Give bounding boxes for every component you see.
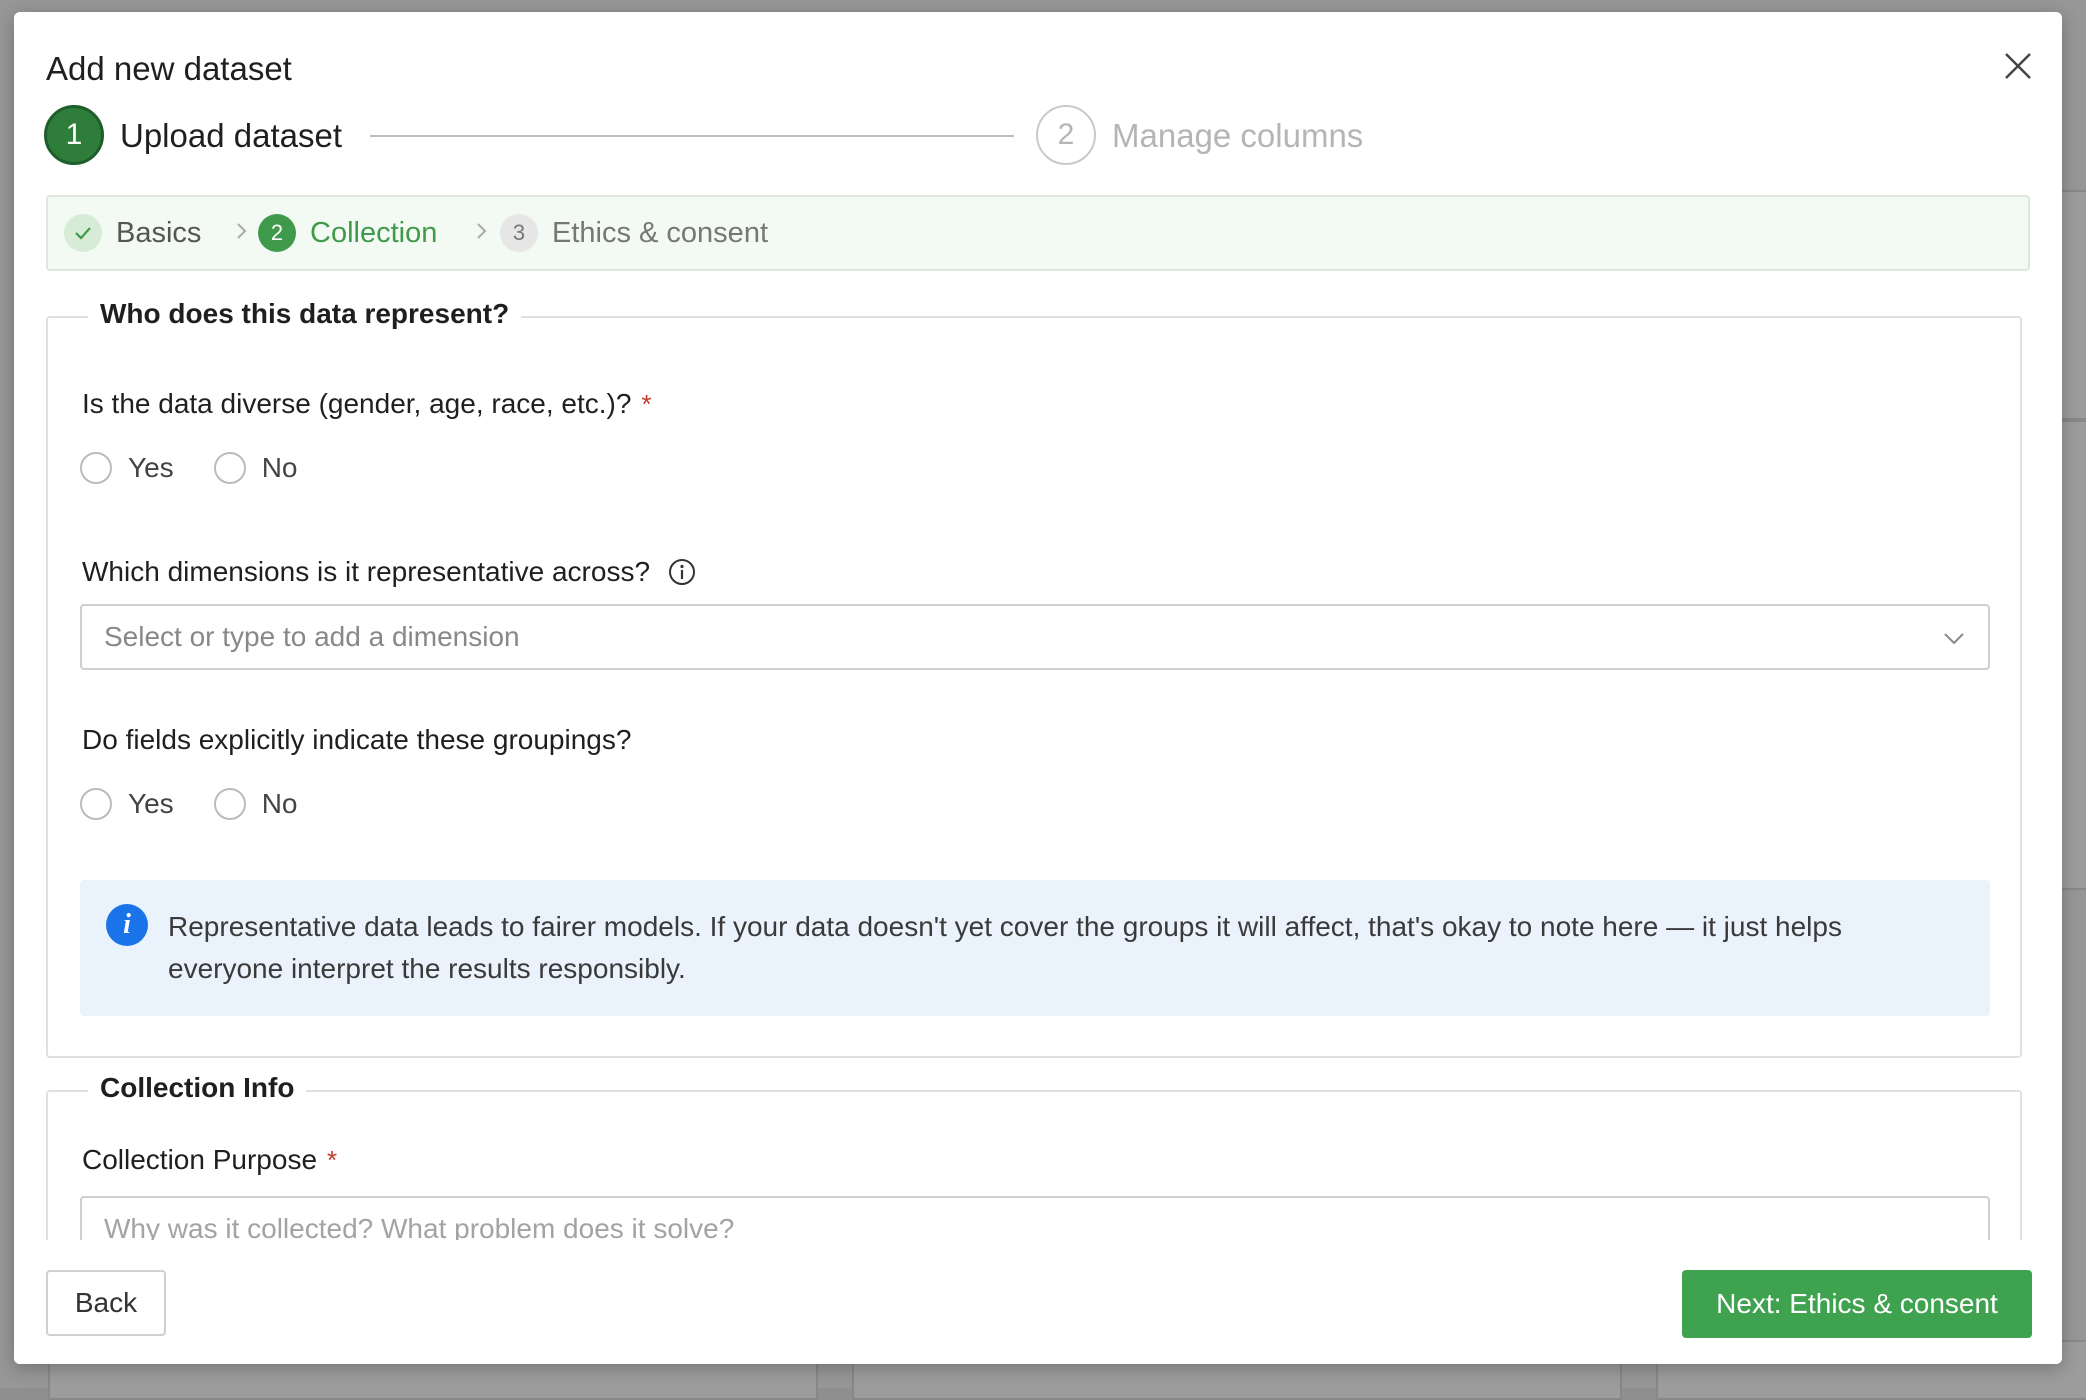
- representation-section: Who does this data represent? Is the dat…: [46, 298, 2022, 1058]
- close-button[interactable]: [1994, 42, 2042, 90]
- groupings-radio-group: Yes No: [80, 788, 337, 820]
- info-callout: i Representative data leads to fairer mo…: [80, 880, 1990, 1016]
- close-icon: [2005, 53, 2031, 79]
- radio-label: Yes: [128, 788, 174, 819]
- next-button[interactable]: Next: Ethics & consent: [1682, 1270, 2032, 1338]
- step-1-label: Upload dataset: [120, 117, 342, 154]
- substep-label: Ethics & consent: [552, 216, 768, 249]
- dimensions-question-label: Which dimensions is it representative ac…: [82, 556, 696, 588]
- sub-stepper: Basics 2 Collection 3 Ethics & consent: [46, 195, 2030, 271]
- section-legend: Who does this data represent?: [88, 298, 522, 330]
- diverse-question-label: Is the data diverse (gender, age, race, …: [82, 388, 652, 420]
- question-text: Is the data diverse (gender, age, race, …: [82, 388, 632, 419]
- radio-label: No: [261, 788, 298, 819]
- radio-label: Yes: [128, 452, 174, 483]
- diverse-radio-group: Yes No: [80, 452, 337, 484]
- question-text: Do fields explicitly indicate these grou…: [82, 724, 632, 755]
- radio-label: No: [261, 452, 298, 483]
- question-text: Collection Purpose: [82, 1144, 318, 1175]
- info-text: Representative data leads to fairer mode…: [168, 911, 1842, 984]
- groupings-no-radio[interactable]: [213, 788, 246, 820]
- check-icon: [64, 214, 102, 252]
- groupings-question-label: Do fields explicitly indicate these grou…: [82, 724, 631, 756]
- purpose-label: Collection Purpose *: [82, 1144, 337, 1176]
- substep-number: 2: [258, 214, 296, 252]
- substep-label: Basics: [116, 216, 202, 249]
- chevron-right-icon: [474, 219, 490, 248]
- section-legend: Collection Info: [88, 1072, 307, 1104]
- substep-ethics[interactable]: 3 Ethics & consent: [500, 197, 768, 269]
- substep-basics[interactable]: Basics: [64, 197, 201, 269]
- step-2-label: Manage columns: [1112, 117, 1364, 154]
- groupings-yes-radio[interactable]: [80, 788, 112, 820]
- required-marker: *: [327, 1144, 338, 1175]
- chevron-right-icon: [234, 219, 250, 248]
- diverse-no-radio[interactable]: [213, 452, 246, 484]
- question-text: Which dimensions is it representative ac…: [82, 556, 651, 587]
- step-1-indicator: 1: [44, 105, 104, 165]
- modal-footer: Back Next: Ethics & consent: [14, 1240, 2062, 1364]
- info-circle-icon[interactable]: [668, 558, 696, 586]
- stepper-connector: [370, 135, 1014, 137]
- dimensions-select[interactable]: Select or type to add a dimension: [80, 604, 1990, 670]
- select-placeholder: Select or type to add a dimension: [104, 621, 520, 652]
- back-button[interactable]: Back: [46, 1270, 166, 1336]
- diverse-yes-radio[interactable]: [80, 452, 112, 484]
- modal-title: Add new dataset: [46, 50, 292, 87]
- substep-collection[interactable]: 2 Collection: [258, 197, 437, 269]
- substep-label: Collection: [310, 216, 438, 249]
- substep-number: 3: [500, 214, 538, 252]
- chevron-down-icon: [1944, 633, 1964, 645]
- required-marker: *: [641, 388, 652, 419]
- step-2-indicator: 2: [1036, 105, 1096, 165]
- add-dataset-modal: Add new dataset 1 Upload dataset 2 Manag…: [14, 12, 2062, 1364]
- info-icon: i: [106, 904, 148, 946]
